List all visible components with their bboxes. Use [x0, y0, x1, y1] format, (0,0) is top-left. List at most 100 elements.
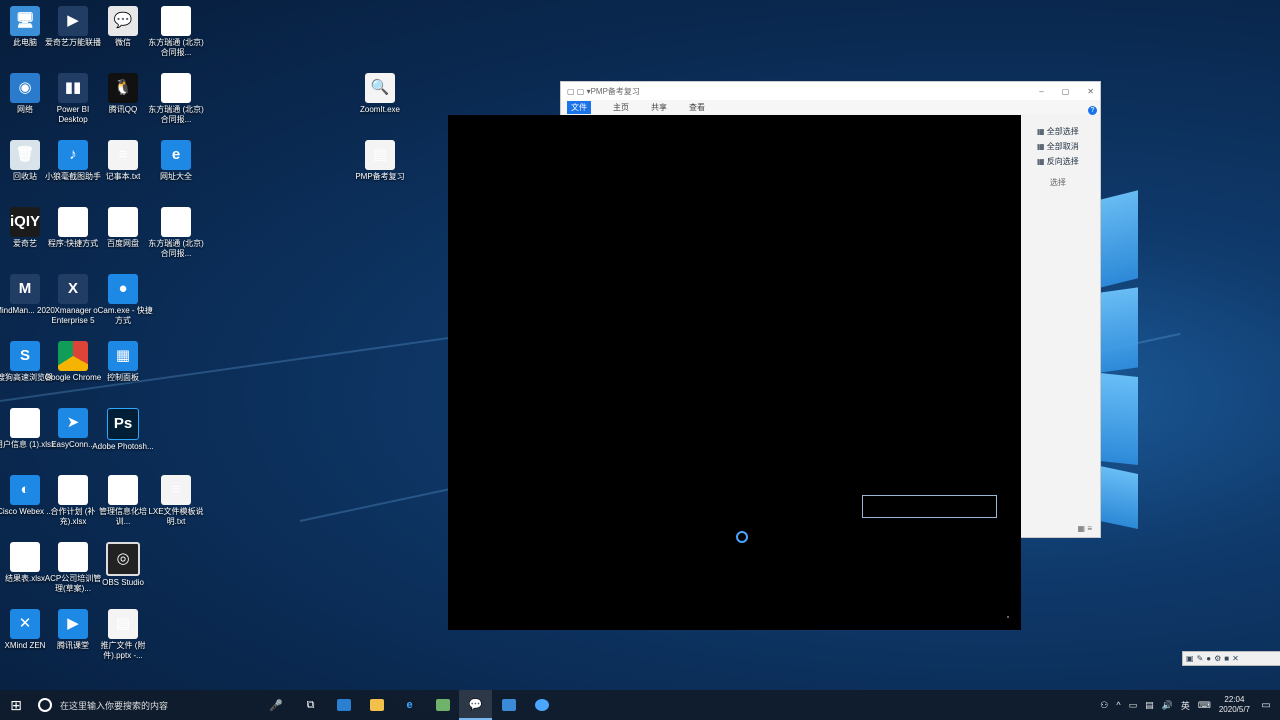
desktop-icon[interactable]: 🔍 ZoomIt.exe — [349, 73, 411, 139]
task-view-icon[interactable]: ⧉ — [294, 690, 327, 720]
app-icon — [534, 699, 549, 711]
taskbar-edge[interactable]: e — [393, 690, 426, 720]
desktop-icon[interactable]: e 网址大全 — [145, 140, 207, 206]
dot-marker — [1007, 616, 1009, 618]
minibar-pin-icon[interactable]: ▣ — [1186, 654, 1194, 663]
taskbar-wechat[interactable]: 💬 — [459, 690, 492, 720]
wechat-icon: 💬 — [468, 698, 483, 711]
floating-mini-toolbar[interactable]: ▣ ✎ ● ⚙ ■ ✕ — [1182, 651, 1280, 666]
minibar-mic-icon[interactable]: ● — [1206, 654, 1211, 663]
select-group-caption: 选择 — [1049, 178, 1066, 187]
tab-file[interactable]: 文件 — [567, 100, 591, 114]
desktop-icon-image: ▤ — [108, 609, 138, 639]
minibar-pen-icon[interactable]: ✎ — [1197, 654, 1204, 663]
desktop-icon-image: X — [58, 475, 88, 505]
black-overlay-window[interactable] — [448, 115, 1021, 630]
keyboard-icon[interactable]: ⌨ — [1198, 700, 1211, 711]
tab-home[interactable]: 主页 — [613, 102, 629, 113]
desktop-icon-label: Adobe Photosh... — [92, 442, 154, 451]
taskbar: ⊞ 在这里输入你要搜索的内容 🎤 ⧉ e 💬 ⚇ ^ ▭ ▤ 🔊 英 ⌨ 22:… — [0, 690, 1280, 720]
select-none-button[interactable]: ▦ 全部取消 — [1037, 139, 1079, 154]
search-placeholder: 在这里输入你要搜索的内容 — [60, 700, 169, 711]
view-toggle-icons[interactable]: ▦ ≡ — [1078, 524, 1092, 533]
taskbar-app-1[interactable] — [327, 690, 360, 720]
desktop-icon-label: 推广文件 (附件).pptx -... — [100, 641, 146, 660]
minibar-settings-icon[interactable]: ⚙ — [1214, 654, 1221, 663]
taskbar-app-6[interactable] — [492, 690, 525, 720]
tab-view[interactable]: 查看 — [689, 102, 705, 113]
desktop-icon-image: ≡ — [108, 140, 138, 170]
desktop-icon[interactable]: ▤ 推广文件 (附件).pptx -... — [92, 609, 154, 675]
desktop-icon-image: X — [10, 542, 40, 572]
explorer-titlebar[interactable]: ▢ ▢ ▾ PMP备考复习 – ▢ ✕ — [561, 82, 1100, 100]
desktop-icon-image: W — [58, 542, 88, 572]
clock-time: 22:04 — [1224, 695, 1245, 704]
desktop-icon-image: Ps — [107, 408, 139, 440]
desktop-icon-image: ◉ — [10, 73, 40, 103]
explorer-title: PMP备考复习 — [590, 86, 640, 96]
desktop-icon[interactable]: ● oCam.exe - 快捷方式 — [92, 274, 154, 340]
desktop-icon-image: 🗑 — [10, 140, 40, 170]
desktop-icon[interactable]: W 东方瑞通 (北京) 合同报... — [145, 6, 207, 72]
microphone-icon[interactable]: 🎤 — [262, 699, 290, 712]
desktop-icon[interactable]: ◎ OBS Studio — [92, 542, 154, 608]
desktop-icon-image: ✎ — [58, 207, 88, 237]
desktop-icon[interactable]: ▦ 控制面板 — [92, 341, 154, 407]
desktop-icon-image: S — [10, 341, 40, 371]
desktop-icon-label: 网址大全 — [160, 172, 192, 181]
taskbar-app-7[interactable] — [525, 690, 558, 720]
select-all-button[interactable]: ▦ 全部选择 — [1037, 124, 1079, 139]
app-window-icon — [336, 699, 351, 711]
notification-center-icon[interactable]: ▭ — [1258, 700, 1274, 711]
taskbar-search-box[interactable]: 在这里输入你要搜索的内容 — [32, 690, 262, 720]
ime-icon[interactable]: 英 — [1181, 699, 1190, 712]
tab-share[interactable]: 共享 — [651, 102, 667, 113]
minimize-button[interactable]: – — [1039, 87, 1043, 96]
desktop-icon-label: PMP备考复习 — [355, 172, 405, 181]
desktop-icon-label: 东方瑞通 (北京) 合同报... — [148, 38, 204, 57]
show-hidden-icons[interactable]: ^ — [1116, 700, 1120, 710]
desktop-icon-image: ♪ — [58, 140, 88, 170]
desktop-icon-image: ➤ — [58, 408, 88, 438]
maximize-button[interactable]: ▢ — [1062, 87, 1070, 96]
desktop-icon-label: ZoomIt.exe — [359, 105, 400, 114]
desktop-icon[interactable]: W 东方瑞通 (北京) 合同报... — [145, 73, 207, 139]
clock-date: 2020/5/7 — [1218, 705, 1250, 714]
desktop-icon-image: ✕ — [10, 609, 40, 639]
desktop-icon-label: 控制面板 — [107, 373, 139, 382]
desktop-icon-image: ▮▮ — [58, 73, 88, 103]
system-tray: ⚇ ^ ▭ ▤ 🔊 英 ⌨ 22:04 2020/5/7 ▭ — [1100, 695, 1280, 715]
desktop-icon[interactable]: ≡ LXE文件模板说明.txt — [145, 475, 207, 541]
desktop-icon-image: ◐ — [10, 475, 40, 505]
taskbar-file-explorer[interactable] — [360, 690, 393, 720]
desktop-icon-image: W — [161, 6, 191, 36]
desktop-icon-image: ◎ — [106, 542, 140, 576]
desktop-icon[interactable]: ▤ PMP备考复习 — [349, 140, 411, 206]
desktop-icon-image: X — [10, 408, 40, 438]
minibar-close-icon[interactable]: ✕ — [1232, 654, 1239, 663]
minibar-stop-icon[interactable]: ■ — [1224, 654, 1229, 663]
desktop-icon-label: 东方瑞通 (北京) 合同报... — [148, 105, 204, 124]
invert-selection-button[interactable]: ▦ 反向选择 — [1037, 154, 1079, 169]
desktop-icon-image: 💬 — [108, 6, 138, 36]
quick-access-icon[interactable]: ▢ ▢ ▾ — [567, 87, 591, 96]
taskbar-app-4[interactable] — [426, 690, 459, 720]
network-icon[interactable]: ▤ — [1145, 700, 1154, 711]
desktop-icon-image: 🐧 — [108, 73, 138, 103]
desktop-icon[interactable]: Ps Adobe Photosh... — [92, 408, 154, 474]
help-button[interactable]: ? — [1088, 106, 1097, 115]
invert-selection-label: 反向选择 — [1046, 157, 1079, 166]
desktop-icon-image: ≡ — [161, 475, 191, 505]
people-icon[interactable]: ⚇ — [1100, 700, 1108, 711]
folder-icon — [369, 699, 384, 711]
desktop-icon-image: W — [161, 73, 191, 103]
start-button[interactable]: ⊞ — [0, 690, 32, 720]
desktop-icon[interactable]: W 东方瑞通 (北京) 合同报... — [145, 207, 207, 273]
clock[interactable]: 22:04 2020/5/7 — [1219, 695, 1250, 715]
desktop-icon-image — [58, 341, 88, 371]
close-button[interactable]: ✕ — [1087, 87, 1094, 96]
desktop-icon-image: e — [161, 140, 191, 170]
app-icon — [435, 699, 450, 711]
volume-icon[interactable]: 🔊 — [1162, 700, 1173, 711]
message-icon[interactable]: ▭ — [1129, 700, 1138, 711]
